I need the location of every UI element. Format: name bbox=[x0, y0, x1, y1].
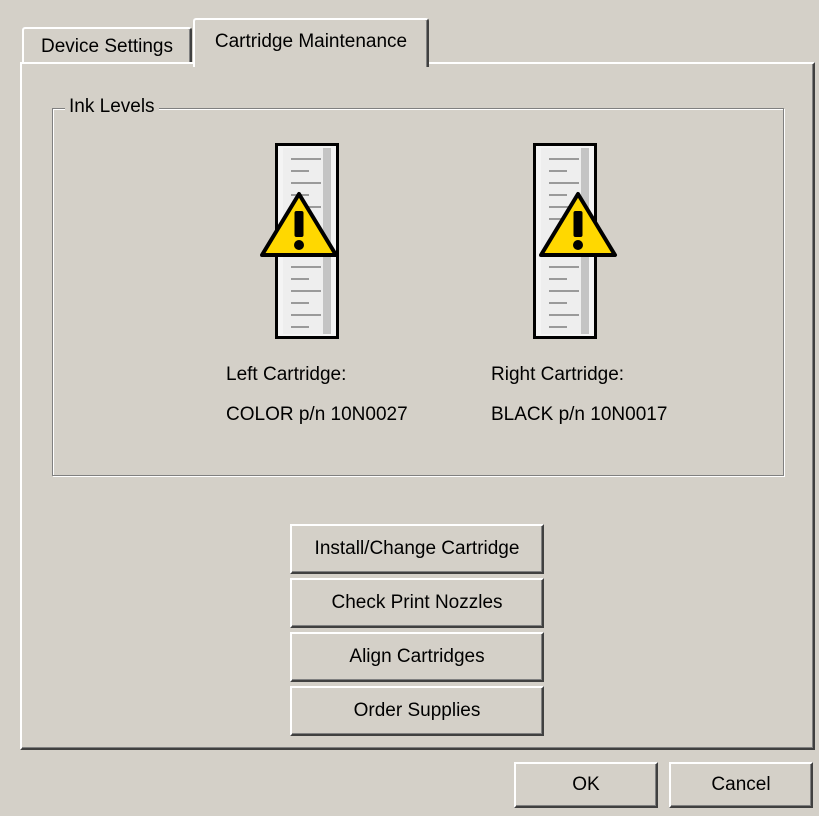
ink-levels-group: Ink Levels Left Cartridge: COLOR p/n 10N… bbox=[52, 95, 784, 476]
check-print-nozzles-button[interactable]: Check Print Nozzles bbox=[290, 578, 544, 628]
tab-device-settings[interactable]: Device Settings bbox=[22, 27, 192, 65]
warning-icon bbox=[259, 191, 339, 261]
tab-label: Device Settings bbox=[40, 36, 173, 57]
right-cartridge-part: BLACK p/n 10N0017 bbox=[491, 404, 668, 425]
left-cartridge-label: Left Cartridge: bbox=[226, 364, 347, 385]
cancel-button[interactable]: Cancel bbox=[669, 762, 813, 808]
install-change-cartridge-button[interactable]: Install/Change Cartridge bbox=[290, 524, 544, 574]
order-supplies-button[interactable]: Order Supplies bbox=[290, 686, 544, 736]
tab-label: Cartridge Maintenance bbox=[214, 31, 408, 52]
tab-panel: Ink Levels Left Cartridge: COLOR p/n 10N… bbox=[20, 62, 815, 750]
right-cartridge-label: Right Cartridge: bbox=[491, 364, 625, 385]
tab-cartridge-maintenance[interactable]: Cartridge Maintenance bbox=[193, 18, 429, 67]
warning-icon bbox=[538, 191, 618, 261]
ok-button[interactable]: OK bbox=[514, 762, 658, 808]
ink-levels-title: Ink Levels bbox=[65, 95, 159, 119]
left-cartridge-part: COLOR p/n 10N0027 bbox=[226, 404, 408, 425]
align-cartridges-button[interactable]: Align Cartridges bbox=[290, 632, 544, 682]
